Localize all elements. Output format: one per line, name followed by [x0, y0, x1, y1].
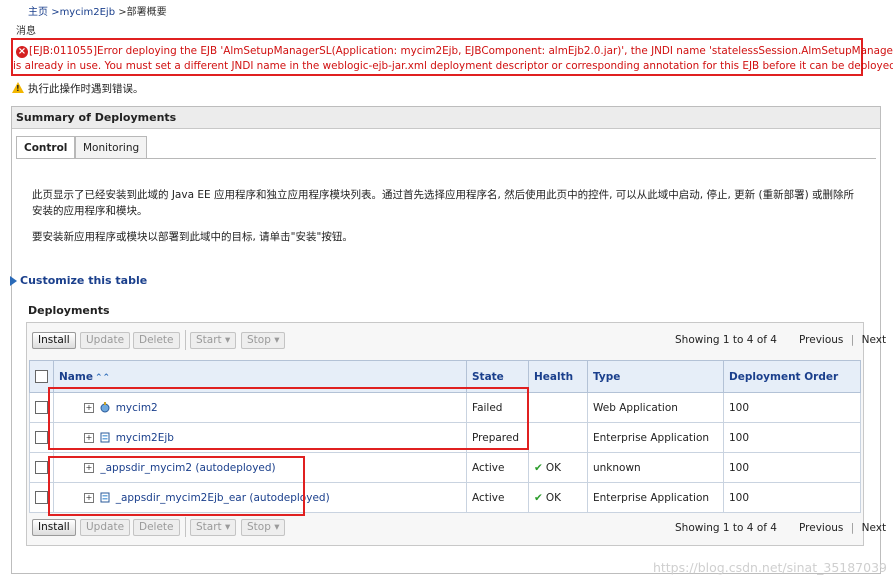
- chevron-down-icon: ▾: [270, 334, 280, 346]
- warning-text: 执行此操作时遇到错误。: [28, 83, 144, 95]
- select-all-checkbox[interactable]: [35, 370, 48, 383]
- type-cell: unknown: [587, 452, 724, 483]
- pager-bottom: Showing 1 to 4 of 4 Previous | Next: [675, 522, 887, 534]
- pager-top: Showing 1 to 4 of 4 Previous | Next: [675, 334, 887, 346]
- start-button[interactable]: Start ▾: [190, 332, 237, 349]
- breadcrumb-current: >部署概要: [118, 7, 167, 18]
- customize-table-link[interactable]: Customize this table: [10, 274, 148, 287]
- health-cell: [528, 392, 588, 423]
- order-cell: 100: [723, 452, 861, 483]
- update-button[interactable]: Update: [80, 332, 131, 349]
- state-cell: Active: [466, 482, 529, 513]
- toolbar-separator: [185, 517, 186, 537]
- previous-link[interactable]: Previous: [799, 334, 843, 346]
- row-checkbox[interactable]: [35, 491, 48, 504]
- next-link[interactable]: Next: [862, 334, 886, 346]
- tab-control[interactable]: Control: [16, 136, 76, 158]
- row-checkbox[interactable]: [35, 401, 48, 414]
- row-checkbox[interactable]: [35, 431, 48, 444]
- error-icon: ×: [16, 46, 28, 58]
- order-cell: 100: [723, 422, 861, 453]
- tab-monitoring[interactable]: Monitoring: [75, 136, 148, 158]
- ok-check-icon: ✔: [534, 461, 543, 474]
- breadcrumb-mycim2ejb[interactable]: >mycim2Ejb: [51, 7, 115, 18]
- sort-icon[interactable]: ⌃⌃: [95, 373, 110, 383]
- error-message-box: × [EJB:011055]Error deploying the EJB 'A…: [11, 38, 893, 76]
- breadcrumb: 主页 >mycim2Ejb >部署概要: [28, 3, 167, 18]
- next-link[interactable]: Next: [862, 522, 886, 534]
- install-button-bottom[interactable]: Install: [32, 519, 76, 536]
- update-button-bottom[interactable]: Update: [80, 519, 131, 536]
- toolbar-separator: [185, 330, 186, 350]
- messages-title: 消息: [16, 26, 36, 37]
- order-cell: 100: [723, 392, 861, 423]
- health-cell: ✔ OK: [528, 482, 588, 513]
- showing-count: Showing 1 to 4 of 4: [675, 522, 777, 534]
- watermark: https://blog.csdn.net/sinat_35187039: [652, 560, 887, 575]
- chevron-down-icon: ▾: [221, 334, 231, 346]
- type-cell: Enterprise Application: [587, 482, 724, 513]
- start-button-bottom[interactable]: Start ▾: [190, 519, 237, 536]
- previous-link[interactable]: Previous: [799, 522, 843, 534]
- delete-button-bottom[interactable]: Delete: [133, 519, 180, 536]
- warning-message: 执行此操作时遇到错误。: [12, 81, 144, 96]
- delete-button[interactable]: Delete: [133, 332, 180, 349]
- install-button[interactable]: Install: [32, 332, 76, 349]
- page-description: 此页显示了已经安装到此域的 Java EE 应用程序和独立应用程序模块列表。通过…: [32, 189, 855, 217]
- warning-icon: [12, 82, 24, 93]
- order-cell: 100: [723, 482, 861, 513]
- chevron-down-icon: ▾: [221, 521, 231, 533]
- stop-button-bottom[interactable]: Stop ▾: [241, 519, 286, 536]
- error-line-2: is already in use. You must set a differ…: [13, 60, 893, 72]
- error-line-1: [EJB:011055]Error deploying the EJB 'Alm…: [29, 45, 893, 57]
- tab-divider: [16, 158, 876, 159]
- ok-check-icon: ✔: [534, 491, 543, 504]
- state-cell: Active: [466, 452, 529, 483]
- type-cell: Web Application: [587, 392, 724, 423]
- chevron-down-icon: ▾: [270, 521, 280, 533]
- column-deployment-order[interactable]: Deployment Order: [723, 360, 861, 393]
- type-cell: Enterprise Application: [587, 422, 724, 453]
- panel-title: Summary of Deployments: [12, 107, 880, 129]
- health-cell: [528, 422, 588, 453]
- row-checkbox[interactable]: [35, 461, 48, 474]
- customize-table-label: Customize this table: [20, 274, 148, 287]
- breadcrumb-home[interactable]: 主页: [28, 7, 48, 18]
- highlight-box-failed-rows: [48, 387, 529, 450]
- column-type[interactable]: Type: [587, 360, 724, 393]
- showing-count: Showing 1 to 4 of 4: [675, 334, 777, 346]
- install-hint: 要安装新应用程序或模块以部署到此域中的目标, 请单击"安装"按钮。: [32, 231, 353, 243]
- highlight-box-autodeployed-rows: [48, 456, 305, 516]
- expand-triangle-icon: [10, 276, 17, 286]
- health-cell: ✔ OK: [528, 452, 588, 483]
- deployments-title: Deployments: [28, 304, 110, 317]
- stop-button[interactable]: Stop ▾: [241, 332, 286, 349]
- column-health[interactable]: Health: [528, 360, 588, 393]
